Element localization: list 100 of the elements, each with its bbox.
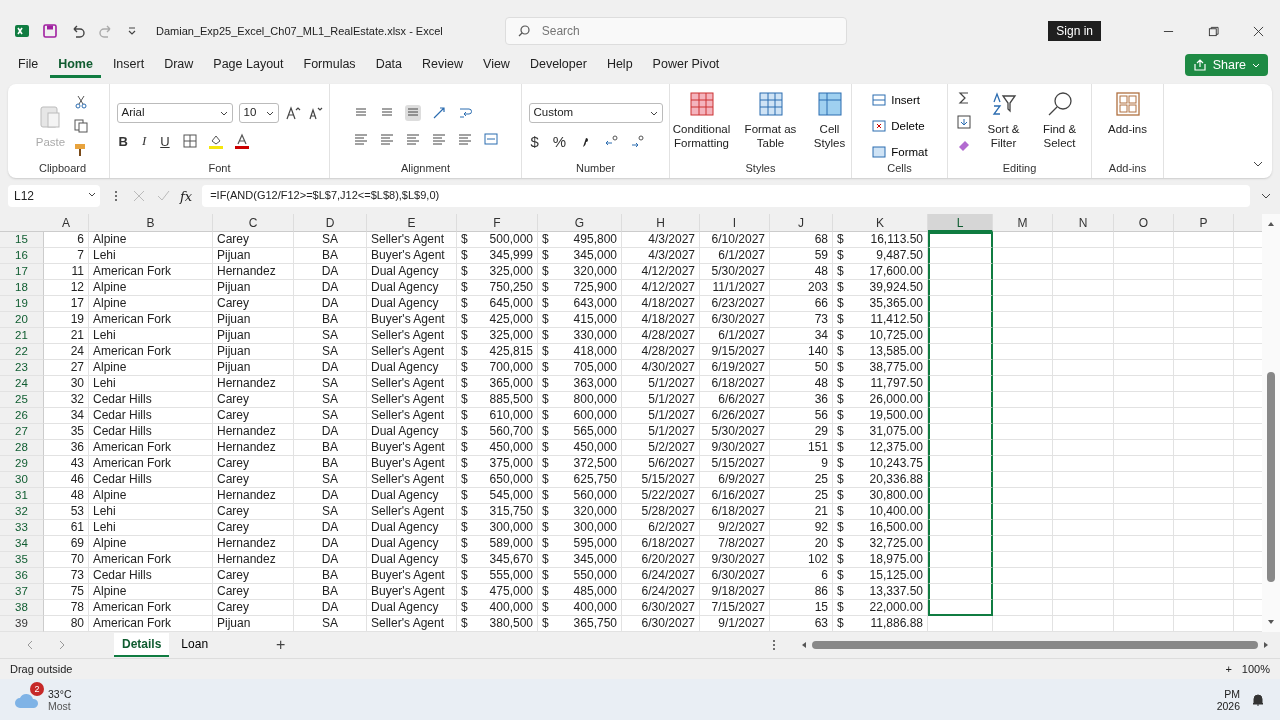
row-header[interactable]: 36 xyxy=(0,568,44,584)
column-header[interactable]: C xyxy=(213,214,294,232)
check-icon[interactable] xyxy=(156,189,170,203)
row-header[interactable]: 27 xyxy=(0,424,44,440)
row-header[interactable]: 34 xyxy=(0,536,44,552)
percent-button[interactable]: % xyxy=(550,132,569,150)
sign-in-button[interactable]: Sign in xyxy=(1048,21,1101,41)
fill-color-icon[interactable] xyxy=(207,133,224,149)
scrollbar-thumb[interactable] xyxy=(1267,372,1275,582)
row-header[interactable]: 21 xyxy=(0,328,44,344)
row-header[interactable]: 19 xyxy=(0,296,44,312)
row-header[interactable]: 29 xyxy=(0,456,44,472)
ribbon-tab[interactable]: Home xyxy=(50,52,101,78)
restore-icon[interactable] xyxy=(1208,25,1219,37)
row-header[interactable]: 24 xyxy=(0,376,44,392)
zoom-level[interactable]: 100% xyxy=(1241,663,1270,675)
row-header[interactable]: 37 xyxy=(0,584,44,600)
fill-icon[interactable] xyxy=(955,114,972,130)
find-select-button[interactable]: Find & Select xyxy=(1035,90,1084,151)
row-header[interactable]: 18 xyxy=(0,280,44,296)
bold-button[interactable]: B xyxy=(116,133,130,149)
column-header[interactable]: E xyxy=(367,214,457,232)
row-header[interactable]: 31 xyxy=(0,488,44,504)
sheet-tab[interactable]: Loan xyxy=(173,633,217,657)
row-header[interactable]: 25 xyxy=(0,392,44,408)
column-header[interactable]: A xyxy=(44,214,89,232)
sort-filter-button[interactable]: Sort & Filter xyxy=(979,90,1028,151)
delete-button[interactable]: Delete xyxy=(871,118,925,134)
increase-font-icon[interactable] xyxy=(284,105,301,121)
align-icon[interactable] xyxy=(378,131,395,147)
column-header[interactable]: F xyxy=(457,214,538,232)
row-header[interactable]: 22 xyxy=(0,344,44,360)
column-header[interactable]: P xyxy=(1174,214,1234,232)
column-header[interactable]: D xyxy=(294,214,367,232)
search-field[interactable]: Search xyxy=(504,17,847,45)
row-header[interactable]: 33 xyxy=(0,520,44,536)
font-name-dropdown[interactable]: Arial xyxy=(116,103,233,123)
copy-icon[interactable] xyxy=(73,118,90,134)
row-header[interactable]: 16 xyxy=(0,248,44,264)
bell-icon[interactable] xyxy=(1250,691,1266,708)
scroll-down-icon[interactable] xyxy=(1267,618,1275,626)
insert-function-button[interactable]: fx xyxy=(180,188,193,204)
name-box[interactable]: L12 xyxy=(8,185,100,207)
scrollbar-thumb[interactable] xyxy=(812,641,1258,649)
row-header[interactable]: 26 xyxy=(0,408,44,424)
customize-toolbar-icon[interactable] xyxy=(126,25,138,37)
add-sheet-button[interactable]: + xyxy=(270,635,292,655)
font-size-dropdown[interactable]: 10 xyxy=(238,103,279,123)
add-ins-button[interactable]: Add-ins xyxy=(1095,90,1160,137)
row-header[interactable]: 20 xyxy=(0,312,44,328)
column-header[interactable]: M xyxy=(993,214,1053,232)
font-color-icon[interactable] xyxy=(233,133,250,149)
align-icon[interactable] xyxy=(404,131,421,147)
ribbon-tab[interactable]: View xyxy=(475,52,518,78)
column-header[interactable]: K xyxy=(833,214,928,232)
ribbon-tab[interactable]: Data xyxy=(367,52,411,78)
align-icon[interactable] xyxy=(404,105,421,121)
ribbon-tab[interactable]: Formulas xyxy=(295,52,364,78)
conditional-formatting-button[interactable]: Conditional Formatting xyxy=(669,90,734,151)
column-header[interactable]: O xyxy=(1114,214,1174,232)
number-format-dropdown[interactable]: Custom xyxy=(528,102,663,123)
ribbon-tab[interactable]: Review xyxy=(414,52,472,78)
ribbon-tab[interactable]: Power Pivot xyxy=(644,52,728,78)
save-icon[interactable] xyxy=(42,23,58,39)
column-header[interactable]: H xyxy=(622,214,700,232)
ribbon-tab[interactable]: Page Layout xyxy=(205,52,292,78)
formula-field[interactable]: =IF(AND(G12/F12>=$L$7,J12<=$L$8),$L$9,0) xyxy=(202,185,1250,207)
column-header[interactable]: I xyxy=(700,214,770,232)
align-icon[interactable] xyxy=(430,131,447,147)
zoom-in-button[interactable]: + xyxy=(1225,663,1232,675)
scroll-up-icon[interactable] xyxy=(1267,220,1275,228)
row-header[interactable]: 35 xyxy=(0,552,44,568)
row-header[interactable]: 28 xyxy=(0,440,44,456)
column-header[interactable]: J xyxy=(770,214,833,232)
underline-button[interactable]: U xyxy=(158,133,172,149)
ribbon-tab[interactable]: Developer xyxy=(521,52,595,78)
row-header[interactable]: 17 xyxy=(0,264,44,280)
column-header[interactable]: L xyxy=(928,214,993,232)
close-icon[interactable] xyxy=(1253,25,1264,37)
format-as-table-button[interactable]: Format as Table xyxy=(741,90,800,151)
italic-button[interactable]: I xyxy=(139,133,149,149)
ribbon-tab[interactable]: Draw xyxy=(156,52,202,78)
cell-styles-button[interactable]: Cell Styles xyxy=(807,90,852,151)
row-header[interactable]: 38 xyxy=(0,600,44,616)
share-button[interactable]: Share xyxy=(1184,54,1268,76)
scroll-left-icon[interactable] xyxy=(800,641,808,649)
row-header[interactable]: 32 xyxy=(0,504,44,520)
column-header[interactable]: G xyxy=(538,214,622,232)
insert-button[interactable]: Insert xyxy=(871,92,921,108)
borders-icon[interactable] xyxy=(181,133,198,149)
currency-button[interactable]: $ xyxy=(528,132,541,150)
format-button[interactable]: Format xyxy=(871,144,928,160)
align-icon[interactable] xyxy=(352,131,369,147)
scroll-right-icon[interactable] xyxy=(1262,641,1270,649)
row-header[interactable]: 23 xyxy=(0,360,44,376)
row-header[interactable]: 39 xyxy=(0,616,44,632)
row-header[interactable]: 15 xyxy=(0,232,44,248)
decrease-font-icon[interactable] xyxy=(306,105,323,121)
align-icon[interactable] xyxy=(456,131,473,147)
column-header[interactable]: B xyxy=(89,214,213,232)
